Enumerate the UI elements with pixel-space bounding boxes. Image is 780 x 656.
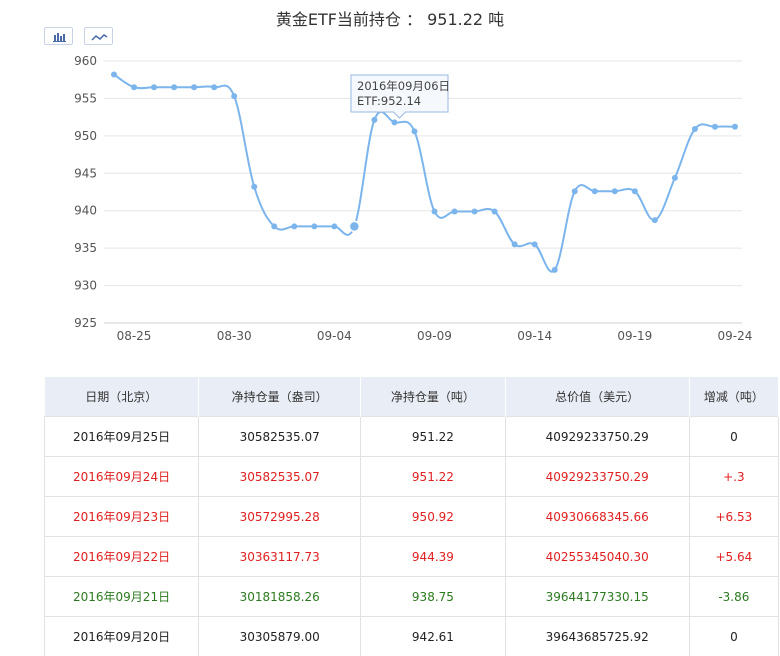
data-point[interactable] bbox=[592, 188, 598, 194]
x-tick-label: 08-30 bbox=[217, 329, 252, 343]
cell-change: +6.53 bbox=[689, 497, 778, 537]
cell-ounces: 30582535.07 bbox=[199, 417, 361, 457]
data-point[interactable] bbox=[472, 208, 478, 214]
table-row: 2016年09月25日 30582535.07 951.22 409292337… bbox=[45, 417, 779, 457]
cell-tonnes: 951.22 bbox=[361, 417, 505, 457]
x-tick-label: 09-14 bbox=[517, 329, 552, 343]
data-point[interactable] bbox=[111, 71, 117, 77]
data-point[interactable] bbox=[231, 93, 237, 99]
data-point[interactable] bbox=[331, 223, 337, 229]
cell-ounces: 30582535.07 bbox=[199, 457, 361, 497]
y-tick-label: 930 bbox=[74, 279, 97, 293]
data-point[interactable] bbox=[512, 241, 518, 247]
cell-total-value: 40255345040.30 bbox=[505, 537, 689, 577]
cell-date: 2016年09月25日 bbox=[45, 417, 199, 457]
cell-date: 2016年09月22日 bbox=[45, 537, 199, 577]
cell-tonnes: 938.75 bbox=[361, 577, 505, 617]
cell-total-value: 40929233750.29 bbox=[505, 417, 689, 457]
data-point[interactable] bbox=[692, 126, 698, 132]
x-tick-label: 09-09 bbox=[417, 329, 452, 343]
cell-ounces: 30363117.73 bbox=[199, 537, 361, 577]
cell-tonnes: 951.22 bbox=[361, 457, 505, 497]
data-point[interactable] bbox=[712, 124, 718, 130]
data-point[interactable] bbox=[632, 188, 638, 194]
holdings-table: 日期（北京） 净持仓量（盎司） 净持仓量（吨） 总价值（美元） 增减（吨） 20… bbox=[44, 377, 779, 656]
header-change[interactable]: 增减（吨） bbox=[689, 377, 778, 417]
y-tick-label: 935 bbox=[74, 241, 97, 255]
y-tick-label: 925 bbox=[74, 316, 97, 330]
cell-total-value: 39643685725.92 bbox=[505, 617, 689, 656]
data-point[interactable] bbox=[572, 188, 578, 194]
cell-tonnes: 950.92 bbox=[361, 497, 505, 537]
x-tick-label: 08-25 bbox=[117, 329, 152, 343]
header-total-value[interactable]: 总价值（美元） bbox=[505, 377, 689, 417]
cell-tonnes: 942.61 bbox=[361, 617, 505, 656]
cell-total-value: 40929233750.29 bbox=[505, 457, 689, 497]
data-point[interactable] bbox=[552, 267, 558, 273]
data-point[interactable] bbox=[291, 223, 297, 229]
line-chart: 925 930 935 940 945 950 955 960 08-25 08-30 09-04… bbox=[0, 0, 780, 360]
y-tick-label: 945 bbox=[74, 166, 97, 180]
cell-ounces: 30305879.00 bbox=[199, 617, 361, 656]
header-tonnes[interactable]: 净持仓量（吨） bbox=[361, 377, 505, 417]
data-point-hovered[interactable] bbox=[349, 221, 359, 231]
table-row: 2016年09月21日 30181858.26 938.75 396441773… bbox=[45, 577, 779, 617]
table-row: 2016年09月22日 30363117.73 944.39 402553450… bbox=[45, 537, 779, 577]
header-date[interactable]: 日期（北京） bbox=[45, 377, 199, 417]
cell-change: +5.64 bbox=[689, 537, 778, 577]
table-row: 2016年09月20日 30305879.00 942.61 396436857… bbox=[45, 617, 779, 656]
tooltip-date: 2016年09月06日 bbox=[357, 79, 450, 93]
data-point[interactable] bbox=[532, 241, 538, 247]
data-point[interactable] bbox=[432, 208, 438, 214]
y-tick-label: 950 bbox=[74, 129, 97, 143]
data-point[interactable] bbox=[131, 84, 137, 90]
table-row: 2016年09月24日 30582535.07 951.22 409292337… bbox=[45, 457, 779, 497]
cell-date: 2016年09月21日 bbox=[45, 577, 199, 617]
tooltip-value: ETF:952.14 bbox=[357, 94, 421, 108]
data-point[interactable] bbox=[371, 117, 377, 123]
table-row: 2016年09月23日 30572995.28 950.92 409306683… bbox=[45, 497, 779, 537]
x-tick-label: 09-24 bbox=[718, 329, 753, 343]
data-point[interactable] bbox=[251, 184, 257, 190]
cell-change: 0 bbox=[689, 417, 778, 457]
data-point[interactable] bbox=[652, 217, 658, 223]
cell-tonnes: 944.39 bbox=[361, 537, 505, 577]
header-ounces[interactable]: 净持仓量（盎司） bbox=[199, 377, 361, 417]
cell-date: 2016年09月20日 bbox=[45, 617, 199, 656]
data-point[interactable] bbox=[391, 119, 397, 125]
cell-change: 0 bbox=[689, 617, 778, 656]
data-point[interactable] bbox=[411, 128, 417, 134]
data-point[interactable] bbox=[171, 84, 177, 90]
cell-change: +.3 bbox=[689, 457, 778, 497]
x-axis-ticks: 08-25 08-30 09-04 09-09 09-14 09-19 09-24 bbox=[117, 329, 753, 343]
cell-change: -3.86 bbox=[689, 577, 778, 617]
cell-date: 2016年09月23日 bbox=[45, 497, 199, 537]
y-tick-label: 960 bbox=[74, 54, 97, 68]
tooltip: 2016年09月06日ETF:952.14 bbox=[351, 75, 450, 118]
data-point[interactable] bbox=[492, 208, 498, 214]
data-point[interactable] bbox=[672, 175, 678, 181]
x-tick-label: 09-04 bbox=[317, 329, 352, 343]
data-point[interactable] bbox=[452, 208, 458, 214]
y-tick-label: 940 bbox=[74, 204, 97, 218]
cell-date: 2016年09月24日 bbox=[45, 457, 199, 497]
y-axis-ticks: 925 930 935 940 945 950 955 960 bbox=[74, 54, 97, 330]
cell-ounces: 30181858.26 bbox=[199, 577, 361, 617]
data-point[interactable] bbox=[191, 84, 197, 90]
data-point[interactable] bbox=[271, 223, 277, 229]
cell-total-value: 40930668345.66 bbox=[505, 497, 689, 537]
data-point[interactable] bbox=[732, 124, 738, 130]
cell-total-value: 39644177330.15 bbox=[505, 577, 689, 617]
data-point[interactable] bbox=[311, 223, 317, 229]
table-header-row: 日期（北京） 净持仓量（盎司） 净持仓量（吨） 总价值（美元） 增减（吨） bbox=[45, 377, 779, 417]
y-tick-label: 955 bbox=[74, 91, 97, 105]
data-point[interactable] bbox=[211, 84, 217, 90]
data-point[interactable] bbox=[612, 188, 618, 194]
cell-ounces: 30572995.28 bbox=[199, 497, 361, 537]
x-tick-label: 09-19 bbox=[617, 329, 652, 343]
data-point[interactable] bbox=[151, 84, 157, 90]
